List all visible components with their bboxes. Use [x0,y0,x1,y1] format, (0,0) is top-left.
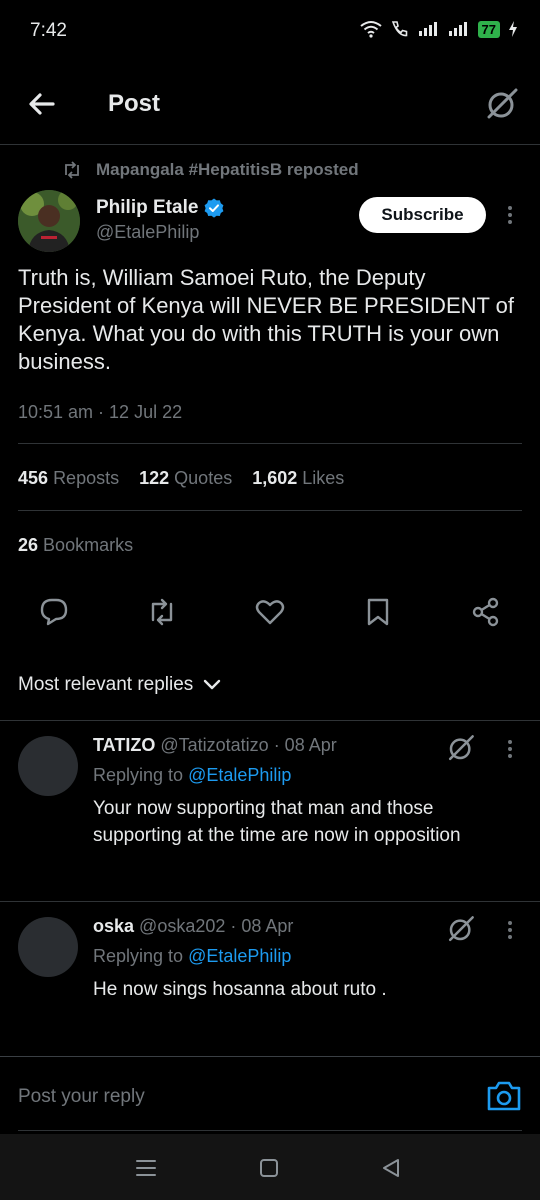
repost-icon [146,598,178,626]
divider [18,443,522,444]
status-icons: 77 [359,20,518,38]
reply-button[interactable] [32,590,76,634]
replying-to-link[interactable]: @EtalePhilip [188,946,291,966]
post-text: Truth is, William Samoei Ruto, the Deput… [18,265,515,374]
bookmark-icon [365,597,391,627]
reply-author-handle[interactable]: @oska202 [139,916,225,936]
add-media-button[interactable] [486,1079,522,1113]
reply-avatar[interactable] [18,917,78,977]
top-app-bar: Post [0,64,540,145]
reply-grok-button[interactable] [446,914,476,944]
likes-label: Likes [302,468,345,488]
repost-button[interactable] [140,590,184,634]
reply-author-name[interactable]: TATIZO [93,735,155,755]
repost-note[interactable]: Mapangala #HepatitisB reposted [62,160,359,180]
likes-metric[interactable]: 1,602 Likes [252,468,344,489]
reply-more-button[interactable] [500,918,520,942]
signal-icon [418,21,440,37]
status-time: 7:42 [30,20,67,41]
reply-item[interactable]: oska @oska202 · 08 Apr Replying to @Etal… [0,902,540,1052]
author-name: Philip Etale [96,197,199,218]
replying-to: Replying to @EtalePhilip [93,946,291,967]
replies-sort-label: Most relevant replies [18,674,194,695]
reply-date: · 08 Apr [273,735,337,755]
replying-to-link[interactable]: @EtalePhilip [188,765,291,785]
battery-level: 77 [477,20,500,38]
call-icon [390,20,410,38]
likes-count: 1,602 [252,468,298,488]
replies-sort-dropdown[interactable]: Most relevant replies [18,674,221,696]
bookmarks-count: 26 [18,535,39,555]
reply-date: · 08 Apr [230,916,294,936]
reply-header: TATIZO @Tatizotatizo · 08 Apr [93,735,337,756]
more-vertical-icon [500,918,520,942]
recent-apps-button[interactable] [134,1158,158,1178]
reply-composer: Post your reply [0,1057,540,1133]
replying-to-prefix: Replying to [93,765,184,785]
chevron-down-icon [203,679,221,691]
camera-icon [486,1079,522,1113]
metrics-row: 456 Reposts 122 Quotes 1,602 Likes [18,468,344,489]
reply-more-button[interactable] [500,737,520,761]
back-nav-button[interactable] [380,1158,402,1178]
quotes-metric[interactable]: 122 Quotes [139,468,232,489]
reply-text: Your now supporting that man and those s… [93,798,461,846]
signal-icon-2 [448,21,470,37]
bookmarks-metric[interactable]: 26 Bookmarks [18,535,133,556]
more-vertical-icon [500,203,520,227]
repost-icon [62,161,82,179]
reply-author-handle[interactable]: @Tatizotatizo [160,735,268,755]
quotes-count: 122 [139,468,170,488]
replying-to-prefix: Replying to [93,946,184,966]
repost-note-label: Mapangala #HepatitisB reposted [96,160,359,179]
grok-icon [446,733,476,763]
page-title: Post [108,90,161,117]
reply-input[interactable]: Post your reply [18,1086,145,1108]
post-more-button[interactable] [500,203,520,227]
author-avatar[interactable] [18,190,80,252]
grok-icon [484,86,520,122]
menu-lines-icon [134,1158,158,1178]
home-square-icon [258,1158,280,1178]
back-triangle-icon [380,1158,402,1178]
action-bar [0,590,540,634]
author-handle[interactable]: @EtalePhilip [96,222,199,243]
reply-icon [39,598,69,626]
share-button[interactable] [464,590,508,634]
back-arrow-icon [24,86,60,122]
share-icon [471,597,501,627]
home-button[interactable] [258,1158,280,1178]
replying-to: Replying to @EtalePhilip [93,765,291,786]
grok-icon [446,914,476,944]
author-name-row[interactable]: Philip Etale [96,197,224,219]
bookmark-button[interactable] [356,590,400,634]
charging-icon [508,21,518,37]
status-bar: 7:42 77 [0,0,540,64]
reposts-count: 456 [18,468,49,488]
heart-icon [255,598,285,626]
reply-item[interactable]: TATIZO @Tatizotatizo · 08 Apr Replying t… [0,721,540,901]
verified-badge-icon [204,198,224,218]
divider [18,510,522,511]
divider [18,1130,522,1131]
reply-author-name[interactable]: oska [93,916,134,936]
post-timestamp: 10:51 am · 12 Jul 22 [18,402,183,422]
system-nav-bar [0,1134,540,1200]
reply-grok-button[interactable] [446,733,476,763]
reply-avatar[interactable] [18,736,78,796]
reposts-label: Reposts [53,468,120,488]
reply-text: He now sings hosanna about ruto . [93,979,387,1000]
reply-header: oska @oska202 · 08 Apr [93,916,293,937]
grok-button[interactable] [484,86,520,122]
wifi-icon [359,20,382,38]
bookmarks-label: Bookmarks [43,535,134,555]
subscribe-button[interactable]: Subscribe [359,197,486,233]
like-button[interactable] [248,590,292,634]
reposts-metric[interactable]: 456 Reposts [18,468,119,489]
back-button[interactable] [24,86,60,122]
quotes-label: Quotes [174,468,233,488]
more-vertical-icon [500,737,520,761]
